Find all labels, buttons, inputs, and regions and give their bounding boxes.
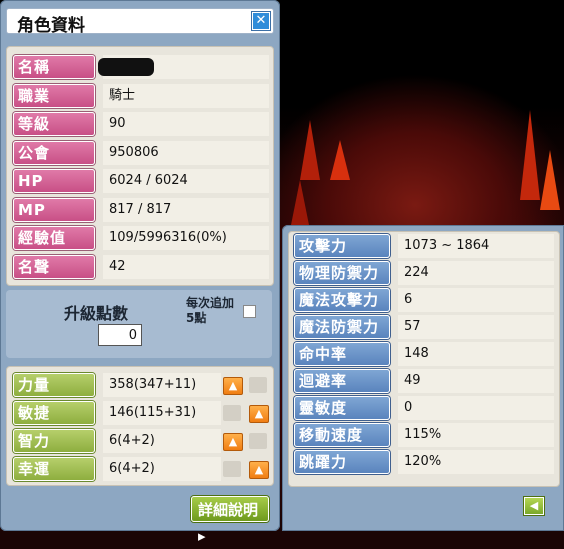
detail-stat-value: 120% [398, 450, 554, 474]
stat-row: 智力 6(4+2) ▲ [13, 429, 269, 453]
stat-slot [223, 461, 241, 477]
detail-stat-row: 命中率 148 [294, 342, 554, 366]
detail-stat-value: 115% [398, 423, 554, 447]
profile-panel [6, 46, 274, 286]
increase-stat-arrow-icon[interactable]: ▲ [249, 461, 269, 479]
stat-value: 146(115+31) [103, 401, 221, 425]
profile-value: 42 [103, 254, 269, 279]
profile-label: 職業 [13, 83, 95, 108]
detail-stat-row: 靈敏度 0 [294, 396, 554, 420]
profile-value: 90 [103, 112, 269, 136]
flame-decoration [520, 110, 540, 200]
profile-row: 等級 90 [13, 112, 269, 136]
profile-value: 950806 [103, 140, 269, 165]
profile-row: HP 6024 / 6024 [13, 169, 269, 193]
stat-row: 力量 358(347+11) ▲ [13, 373, 269, 397]
profile-label: 名聲 [13, 254, 95, 279]
stat-value: 358(347+11) [103, 373, 221, 397]
increase-stat-arrow-icon[interactable]: ▲ [249, 405, 269, 423]
window-title: 角色資料 [17, 16, 85, 36]
detail-stat-row: 攻擊力 1073 ~ 1864 [294, 234, 554, 258]
stat-slot [223, 405, 241, 421]
profile-label: MP [13, 197, 95, 222]
character-info-window: 角色資料 ✕ 名稱 職業 騎士 等級 90 公會 950806 HP 6024 / 6024 MP… [0, 0, 280, 545]
ability-points-label: 升級點數 [64, 304, 129, 323]
profile-row: 名聲 42 [13, 254, 269, 279]
detail-stat-label: 迴避率 [294, 369, 390, 393]
profile-label: 經驗值 [13, 226, 95, 250]
flame-decoration [300, 120, 320, 180]
detail-stat-label: 靈敏度 [294, 396, 390, 420]
title-bar[interactable]: 角色資料 ✕ [6, 8, 274, 36]
flame-decoration [290, 180, 310, 230]
stat-label: 智力 [13, 429, 95, 453]
redacted-name [98, 58, 154, 76]
stat-slot [249, 377, 267, 393]
auto-add-checkbox[interactable] [243, 305, 256, 318]
profile-value: 騎士 [103, 83, 269, 108]
flame-decoration [540, 150, 560, 210]
profile-label: 公會 [13, 140, 95, 165]
detail-stat-label: 攻擊力 [294, 234, 390, 258]
detail-stat-value: 49 [398, 369, 554, 393]
profile-row: 經驗值 109/5996316(0%) [13, 226, 269, 250]
detail-stat-value: 6 [398, 288, 554, 312]
detail-stat-row: 迴避率 49 [294, 369, 554, 393]
collapse-arrow-icon[interactable]: ◀ [524, 497, 544, 515]
stat-label: 敏捷 [13, 401, 95, 425]
detail-stats-window: 攻擊力 1073 ~ 1864 物理防禦力 224 魔法攻擊力 6 魔法防禦力 57 命中率 14… [282, 225, 564, 531]
stat-label: 力量 [13, 373, 95, 397]
profile-row: MP 817 / 817 [13, 197, 269, 222]
detail-stat-row: 移動速度 115% [294, 423, 554, 447]
profile-value: 109/5996316(0%) [103, 226, 269, 250]
detail-stat-row: 物理防禦力 224 [294, 261, 554, 285]
detail-stat-label: 魔法攻擊力 [294, 288, 390, 312]
detail-stat-label: 物理防禦力 [294, 261, 390, 285]
flame-decoration [330, 140, 350, 180]
detail-stat-label: 魔法防禦力 [294, 315, 390, 339]
close-icon[interactable]: ✕ [252, 12, 270, 30]
detail-stat-value: 148 [398, 342, 554, 366]
profile-value: 817 / 817 [103, 197, 269, 222]
increase-stat-arrow-icon[interactable]: ▲ [223, 377, 243, 395]
detail-stat-row: 魔法攻擊力 6 [294, 288, 554, 312]
stat-row: 敏捷 146(115+31) ▲ [13, 401, 269, 425]
detail-stat-value: 0 [398, 396, 554, 420]
detail-stat-label: 移動速度 [294, 423, 390, 447]
stat-label: 幸運 [13, 457, 95, 481]
detail-stat-value: 57 [398, 315, 554, 339]
stat-slot [249, 433, 267, 449]
stat-value: 6(4+2) [103, 429, 221, 453]
profile-row: 職業 騎士 [13, 83, 269, 108]
stat-value: 6(4+2) [103, 457, 221, 481]
profile-row: 公會 950806 [13, 140, 269, 165]
increase-stat-arrow-icon[interactable]: ▲ [223, 433, 243, 451]
detail-stat-label: 命中率 [294, 342, 390, 366]
detail-button-label: 詳細說明 [198, 501, 259, 519]
auto-add-label: 每次追加5點 [186, 296, 235, 325]
profile-row: 名稱 [13, 55, 269, 79]
stat-row: 幸運 6(4+2) ▲ [13, 457, 269, 481]
profile-value: 6024 / 6024 [103, 169, 269, 193]
ability-points-input[interactable]: 0 [98, 324, 142, 346]
detail-button[interactable]: 詳細說明 ▸ [191, 496, 269, 545]
detail-stat-label: 跳躍力 [294, 450, 390, 474]
profile-label: HP [13, 169, 95, 193]
detail-stat-row: 跳躍力 120% [294, 450, 554, 474]
profile-label: 等級 [13, 112, 95, 136]
profile-label: 名稱 [13, 55, 95, 79]
detail-stat-value: 1073 ~ 1864 [398, 234, 554, 258]
detail-stat-row: 魔法防禦力 57 [294, 315, 554, 339]
detail-stat-value: 224 [398, 261, 554, 285]
